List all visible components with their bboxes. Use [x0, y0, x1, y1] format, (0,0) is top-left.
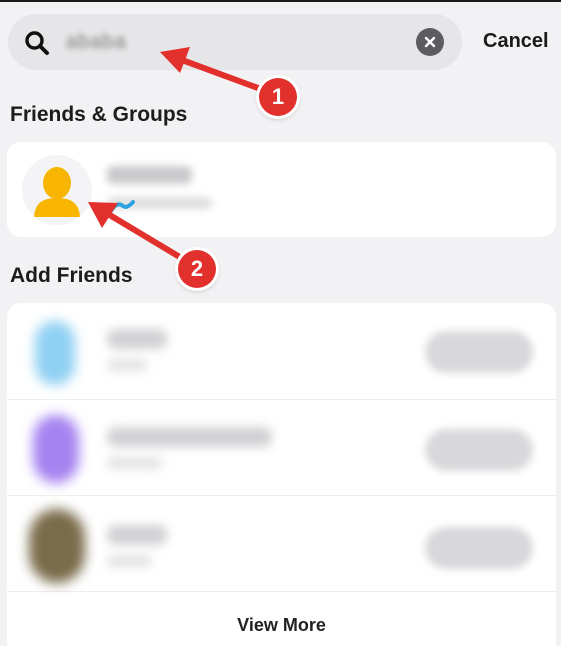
add-friend-button[interactable] [425, 331, 533, 373]
close-icon [424, 36, 436, 48]
add-friends-list: View More [7, 303, 556, 646]
suggestion-name-redacted [107, 329, 167, 349]
suggestion-name-redacted [107, 427, 272, 447]
add-friends-heading: Add Friends [10, 264, 133, 287]
avatar [29, 509, 85, 583]
cancel-button[interactable]: Cancel [483, 30, 549, 53]
top-divider [0, 0, 561, 2]
annotation-badge-1: 1 [259, 78, 297, 116]
clear-search-button[interactable] [416, 28, 444, 56]
suggestion-subtitle-redacted [107, 457, 162, 469]
list-item[interactable] [7, 399, 556, 496]
list-item[interactable] [7, 303, 556, 400]
add-friend-button[interactable] [425, 527, 533, 569]
suggestion-subtitle-redacted [107, 555, 152, 567]
suggestion-name-redacted [107, 525, 167, 545]
avatar [35, 321, 75, 385]
view-more-button[interactable]: View More [7, 615, 556, 636]
add-friend-button[interactable] [425, 429, 533, 471]
friend-result-card[interactable] [7, 142, 556, 237]
avatar [33, 415, 79, 483]
annotation-badge-2: 2 [178, 250, 216, 288]
list-item[interactable] [7, 495, 556, 592]
friend-emoji-icon [109, 200, 135, 213]
avatar[interactable] [22, 155, 92, 225]
friends-groups-heading: Friends & Groups [10, 103, 188, 126]
bitmoji-placeholder-icon [34, 167, 80, 217]
search-icon [25, 31, 49, 55]
search-input[interactable]: ababa [66, 31, 127, 54]
suggestion-subtitle-redacted [107, 359, 147, 371]
friend-name-redacted [107, 166, 192, 184]
search-bar[interactable]: ababa [8, 14, 462, 70]
